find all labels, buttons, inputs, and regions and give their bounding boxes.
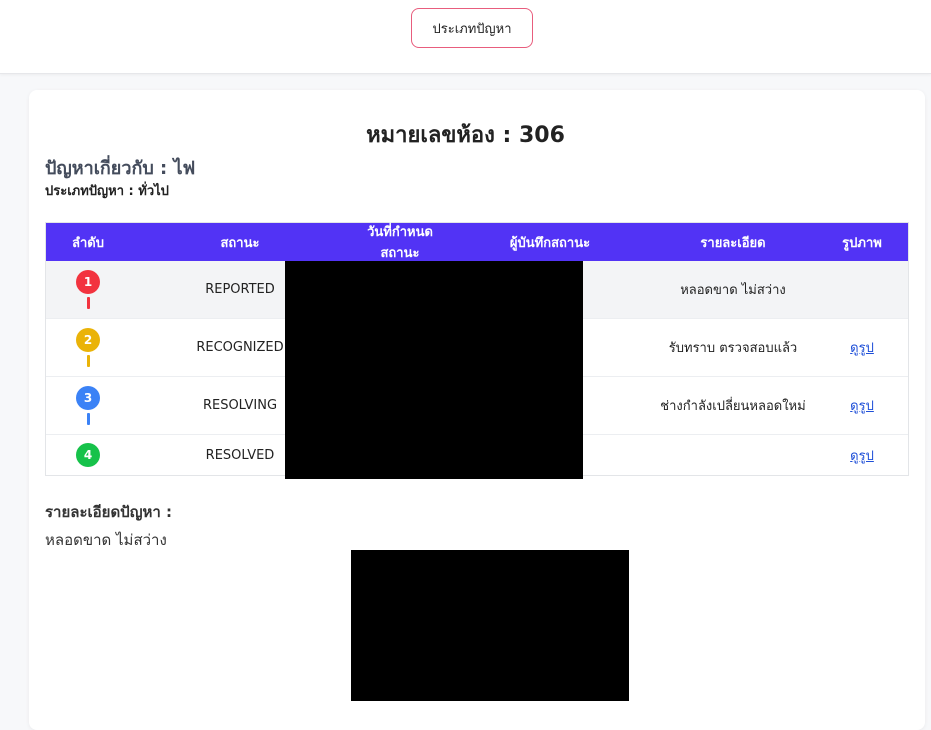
issue-detail-label: รายละเอียดปัญหา : bbox=[45, 503, 173, 521]
issue-category-label: ปัญหาเกี่ยวกับ : ไฟ bbox=[45, 158, 196, 179]
issue-type-label: ประเภทปัญหา : ทั่วไป bbox=[45, 184, 169, 199]
image-cell: ดูรูป bbox=[816, 445, 908, 466]
issue-image-redacted bbox=[351, 550, 629, 701]
step-badge: 1 bbox=[76, 270, 100, 294]
step-connector bbox=[86, 297, 90, 309]
header-status: สถานะ bbox=[220, 235, 260, 251]
step-indicator: 4 bbox=[46, 443, 130, 467]
detail-cell: หลอดขาด ไม่สว่าง bbox=[680, 283, 786, 298]
detail-cell: ช่างกำลังเปลี่ยนหลอดใหม่ bbox=[660, 399, 806, 414]
view-image-link[interactable]: ดูรูป bbox=[850, 399, 874, 414]
table-header: ลำดับ สถานะ วันที่กำหนดสถานะ ผู้บันทึกสถ… bbox=[46, 223, 908, 261]
image-cell: ดูรูป bbox=[816, 337, 908, 358]
header-recorded-by: ผู้บันทึกสถานะ bbox=[509, 235, 591, 251]
view-image-link[interactable]: ดูรูป bbox=[850, 341, 874, 356]
step-indicator: 2 bbox=[46, 328, 130, 367]
step-indicator: 3 bbox=[46, 386, 130, 425]
step-indicator: 1 bbox=[46, 270, 130, 309]
issue-type-button[interactable]: ประเภทปัญหา bbox=[411, 8, 533, 48]
header-step: ลำดับ bbox=[72, 235, 104, 251]
step-connector bbox=[86, 355, 90, 367]
top-bar: ประเภทปัญหา bbox=[0, 0, 931, 74]
step-badge: 2 bbox=[76, 328, 100, 352]
header-status-date: วันที่กำหนดสถานะ bbox=[367, 225, 433, 261]
step-badge: 4 bbox=[76, 443, 100, 467]
room-number-title: หมายเลขห้อง : 306 bbox=[366, 123, 565, 148]
image-cell: ดูรูป bbox=[816, 395, 908, 416]
header-detail: รายละเอียด bbox=[700, 235, 766, 251]
issue-detail-text: หลอดขาด ไม่สว่าง bbox=[45, 531, 167, 549]
view-image-link[interactable]: ดูรูป bbox=[850, 449, 874, 464]
header-image: รูปภาพ bbox=[842, 235, 882, 251]
detail-cell: รับทราบ ตรวจสอบแล้ว bbox=[668, 341, 798, 356]
step-connector bbox=[86, 413, 90, 425]
step-badge: 3 bbox=[76, 386, 100, 410]
redacted-block bbox=[285, 261, 583, 479]
